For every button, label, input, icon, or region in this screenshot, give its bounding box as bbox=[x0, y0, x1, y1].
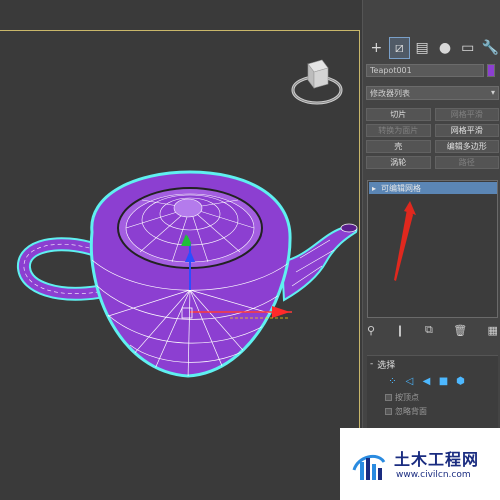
edge-icon[interactable]: ◁ bbox=[404, 376, 415, 387]
remove-modifier-icon[interactable]: 🗑 bbox=[453, 324, 467, 337]
panel-tabbar: + ⧄ ▤ ● ▭ 🔧 bbox=[363, 34, 500, 62]
object-color-swatch[interactable] bbox=[487, 64, 495, 77]
modify-tab-icon[interactable]: ⧄ bbox=[388, 37, 410, 59]
motion-tab-icon[interactable]: ● bbox=[435, 37, 456, 59]
vertex-icon[interactable]: ⁘ bbox=[387, 376, 398, 387]
face-icon[interactable]: ◀ bbox=[421, 376, 432, 387]
quick-button-meshsmooth[interactable]: 网格平滑 bbox=[434, 108, 499, 121]
create-tab-icon[interactable]: + bbox=[366, 37, 387, 59]
pin-stack-icon[interactable]: ⚲ bbox=[367, 324, 375, 337]
by-vertex-checkbox[interactable] bbox=[385, 393, 392, 401]
quick-button-shell[interactable]: 壳 bbox=[366, 140, 431, 153]
viewcube[interactable] bbox=[290, 56, 344, 110]
teapot-mesh[interactable] bbox=[0, 150, 362, 390]
polygon-icon[interactable]: ■ bbox=[438, 376, 449, 387]
option-by-vertex[interactable]: 按顶点 bbox=[367, 390, 498, 404]
watermark-title: 土木工程网 bbox=[394, 450, 480, 469]
command-panel: + ⧄ ▤ ● ▭ 🔧 修改器列表 ▾ 切片 网格平滑 转换为面片 网格平滑 壳… bbox=[362, 0, 500, 500]
watermark-url: www.civilcn.com bbox=[396, 470, 471, 480]
ignore-backfacing-checkbox[interactable] bbox=[385, 407, 392, 415]
by-vertex-label: 按顶点 bbox=[395, 392, 419, 402]
quick-button-meshsmooth-2[interactable]: 网格平滑 bbox=[434, 124, 499, 137]
make-unique-icon[interactable]: ⧉ bbox=[425, 323, 433, 337]
show-end-result-icon[interactable]: ❙ bbox=[395, 324, 404, 337]
modifier-list-dropdown[interactable]: 修改器列表 ▾ bbox=[366, 86, 499, 100]
option-ignore-backfacing[interactable]: 忽略背面 bbox=[367, 404, 498, 418]
watermark: 土木工程网 www.civilcn.com bbox=[340, 428, 500, 500]
object-name-row bbox=[366, 64, 499, 78]
quick-button-path[interactable]: 路径 bbox=[434, 156, 499, 169]
selection-rollout-title: 选择 bbox=[377, 360, 396, 371]
utilities-tab-icon[interactable]: 🔧 bbox=[480, 37, 500, 59]
watermark-logo-icon bbox=[352, 454, 386, 480]
modifier-stack[interactable]: ▸ 可编辑网格 bbox=[367, 180, 498, 318]
object-name-field[interactable] bbox=[366, 64, 484, 77]
ignore-backfacing-label: 忽略背面 bbox=[395, 406, 427, 416]
modifier-list-label: 修改器列表 bbox=[370, 89, 410, 98]
modifier-quick-buttons: 切片 网格平滑 转换为面片 网格平滑 壳 编辑多边形 涡轮 路径 bbox=[366, 108, 499, 169]
display-tab-icon[interactable]: ▭ bbox=[457, 37, 478, 59]
collapse-icon: - bbox=[370, 359, 374, 369]
configure-sets-icon[interactable]: ▦ bbox=[488, 324, 498, 337]
annotation-arrow-icon bbox=[394, 201, 416, 281]
quick-button-turbosmooth[interactable]: 涡轮 bbox=[366, 156, 431, 169]
viewport[interactable] bbox=[0, 0, 362, 500]
selection-rollout-header[interactable]: - 选择 bbox=[367, 356, 498, 372]
subobject-level-icons: ⁘ ◁ ◀ ■ ⬢ bbox=[367, 372, 498, 390]
quick-button-slice[interactable]: 切片 bbox=[366, 108, 431, 121]
dropdown-arrow-icon: ▾ bbox=[490, 88, 495, 97]
quick-button-edit-poly[interactable]: 编辑多边形 bbox=[434, 140, 499, 153]
hierarchy-tab-icon[interactable]: ▤ bbox=[412, 37, 433, 59]
stack-tools: ⚲ ❙ ⧉ 🗑 ▦ bbox=[367, 322, 498, 338]
quick-button-convert-to-patch[interactable]: 转换为面片 bbox=[366, 124, 431, 137]
element-icon[interactable]: ⬢ bbox=[455, 376, 466, 387]
